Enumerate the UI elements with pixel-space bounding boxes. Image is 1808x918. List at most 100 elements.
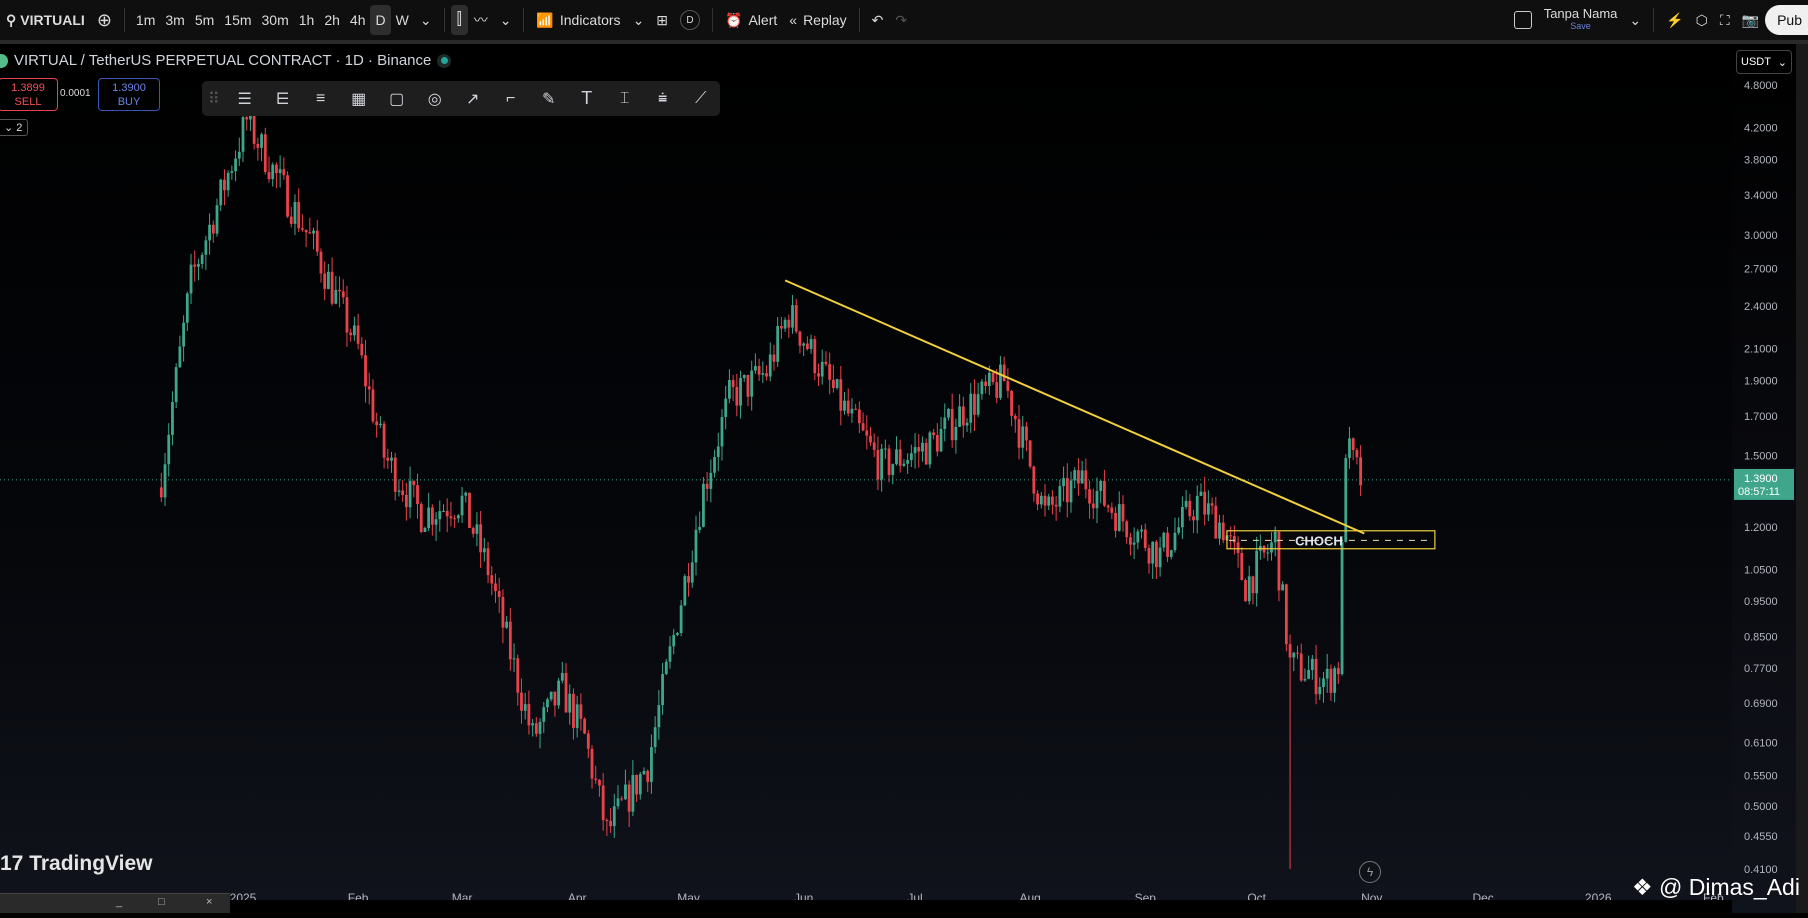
candle-body <box>1270 542 1273 553</box>
publish-button[interactable]: Pub <box>1765 5 1808 35</box>
callout-tool[interactable]: ⌐ <box>492 84 530 114</box>
candle-body <box>390 457 393 461</box>
interval-W[interactable]: W <box>391 5 414 35</box>
candle-body <box>809 339 813 349</box>
indicators-button[interactable]: 📶 Indicators <box>530 5 626 35</box>
regression-tool[interactable]: ≡ <box>302 84 340 114</box>
candle-body <box>902 463 906 466</box>
replay-lightning-button[interactable]: ϟ <box>1359 861 1381 883</box>
indicators-collapse-toggle[interactable]: ⌄ 2 <box>0 119 29 136</box>
interval-D[interactable]: D <box>370 5 391 35</box>
candle-body <box>642 770 646 775</box>
interval-5m[interactable]: 5m <box>190 5 219 35</box>
parallel-channel-tool[interactable]: ⋿ <box>264 84 302 114</box>
price-tick-label: 0.6900 <box>1744 698 1778 710</box>
candles-chart-type-button[interactable]: ⫿ <box>450 5 468 35</box>
candle-body <box>1117 504 1121 531</box>
snapshot-button[interactable]: 📷 <box>1736 5 1765 35</box>
candle-body <box>917 447 921 452</box>
divider <box>858 8 860 32</box>
time-tick-label: Apr <box>568 891 587 900</box>
candle-body <box>256 143 260 148</box>
candle-body <box>497 591 501 597</box>
maximize-icon[interactable]: □ <box>158 896 165 908</box>
buy-button[interactable]: 1.3900 BUY <box>98 78 160 111</box>
candle-body <box>958 406 962 427</box>
buy-price: 1.3900 <box>112 82 146 94</box>
grid-tool[interactable]: ▦ <box>340 84 378 114</box>
replay-button[interactable]: « Replay <box>783 5 852 35</box>
candle-body <box>1192 516 1195 521</box>
candle-body <box>787 319 791 328</box>
candle-body <box>1051 496 1054 505</box>
quick-search-button[interactable]: ⚡ <box>1660 5 1689 35</box>
price-range-tool[interactable]: ⌶ <box>606 84 644 114</box>
templates-button[interactable]: ⊞ <box>650 5 674 35</box>
interval-dropdown[interactable]: ⌄ <box>414 5 438 35</box>
sell-button[interactable]: 1.3899 SELL <box>0 78 58 111</box>
chevron-down-icon: ⌄ <box>419 11 432 28</box>
candle-body <box>553 691 557 706</box>
tradingview-logo[interactable]: 17 TradingView <box>0 852 153 876</box>
currency-selector[interactable]: USDT ⌄ <box>1736 50 1792 74</box>
path-tool[interactable]: ↗ <box>454 84 492 114</box>
compare-button[interactable]: ⊕ <box>91 5 118 35</box>
interval-1m[interactable]: 1m <box>131 5 160 35</box>
interval-1h[interactable]: 1h <box>294 5 320 35</box>
price-scale[interactable]: 4.8000 4.2000 3.8000 3.4000 3.0000 2.7000 2.40… <box>1732 44 1796 913</box>
undo-button[interactable]: ↶ <box>866 5 890 35</box>
circle-tool[interactable]: ◎ <box>416 84 454 114</box>
brush-tool[interactable]: ✎ <box>530 84 568 114</box>
symbol-search[interactable]: ⚲ VIRTUALI <box>0 5 91 35</box>
candle-body <box>731 380 735 388</box>
replay-label: Replay <box>803 12 847 28</box>
fib-tool[interactable]: ⩧ <box>644 84 682 114</box>
layout-checkbox[interactable] <box>1508 5 1538 35</box>
candle-body <box>1169 550 1173 557</box>
candle-body <box>1210 503 1214 506</box>
price-tick-label: 0.4550 <box>1744 831 1778 843</box>
alert-button[interactable]: ⏰ Alert <box>719 5 783 35</box>
redo-button[interactable]: ↷ <box>889 5 913 35</box>
candle-body <box>661 674 664 706</box>
candle-body <box>304 229 308 233</box>
text-tool[interactable]: T <box>568 84 606 114</box>
candle-body <box>805 343 809 349</box>
candle-body <box>468 492 471 528</box>
chart-type-dropdown[interactable]: ⌄ <box>494 5 518 35</box>
time-tick-label: May <box>677 891 700 900</box>
candle-body <box>423 527 427 532</box>
layout-dropdown[interactable]: ⌄ <box>1623 5 1647 35</box>
interval-4h[interactable]: 4h <box>345 5 371 35</box>
rectangle-tool[interactable]: ▢ <box>378 84 416 114</box>
fullscreen-button[interactable]: ⛶ <box>1714 5 1736 35</box>
close-icon[interactable]: × <box>206 896 212 908</box>
candle-body <box>891 464 895 475</box>
candle-body <box>293 202 297 224</box>
settings-button[interactable]: ⬡ <box>1690 5 1714 35</box>
candlestick-chart[interactable]: CHOCH 2025 Feb Mar Apr May Jun Jul Aug Sep Oct Nov D… <box>0 44 1732 905</box>
candle-body <box>282 169 286 176</box>
trend-line-tool[interactable]: ⟋ <box>682 84 720 114</box>
alert-label: Alert <box>748 12 778 28</box>
time-tick-label: Dec <box>1472 891 1493 900</box>
indicators-dropdown[interactable]: ⌄ <box>627 5 651 35</box>
candle-body <box>999 364 1002 398</box>
interval-3m[interactable]: 3m <box>160 5 189 35</box>
layout-name: Tanpa Nama <box>1543 6 1618 21</box>
interval-15m[interactable]: 15m <box>219 5 256 35</box>
d-badge-button[interactable]: D <box>674 5 706 35</box>
interval-2h[interactable]: 2h <box>319 5 345 35</box>
candle-body <box>516 658 520 693</box>
minimize-icon[interactable]: _ <box>116 896 122 908</box>
candle-body <box>1221 522 1225 541</box>
line-chart-type-button[interactable]: 〰 <box>468 5 494 35</box>
interval-30m[interactable]: 30m <box>257 5 294 35</box>
horizontal-lines-tool[interactable]: ☰ <box>226 84 264 114</box>
candle-body <box>579 704 583 719</box>
drag-handle-icon[interactable]: ⠿ <box>208 89 220 109</box>
layout-name-button[interactable]: Tanpa Nama Save <box>1538 5 1624 35</box>
chart-pane[interactable]: CHOCH 2025 Feb Mar Apr May Jun Jul Aug Sep Oct Nov D… <box>0 44 1732 905</box>
candle-body <box>260 134 263 148</box>
time-tick-label: Feb <box>348 891 369 900</box>
